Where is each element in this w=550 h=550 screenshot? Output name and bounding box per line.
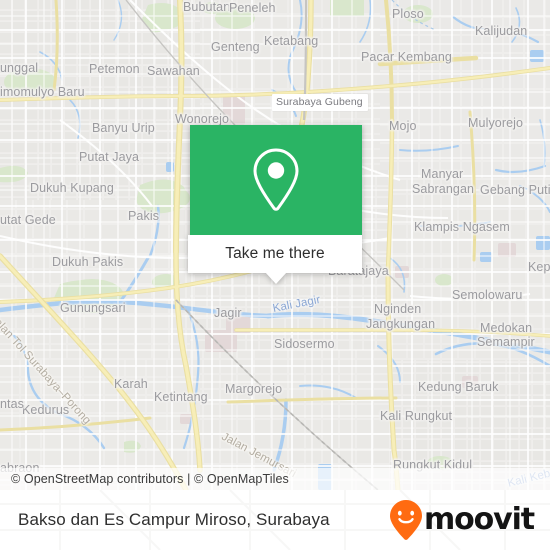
- moovit-logo[interactable]: moovit: [389, 499, 535, 541]
- map-attribution-text[interactable]: © OpenStreetMap contributors | © OpenMap…: [0, 472, 289, 486]
- page-title: Bakso dan Es Campur Miroso, Surabaya: [18, 510, 330, 529]
- moovit-wordmark: moovit: [423, 502, 535, 537]
- page-footer: Bakso dan Es Campur Miroso, Surabaya moo…: [0, 490, 550, 550]
- location-popup-card[interactable]: Take me there: [188, 125, 362, 284]
- popup-tail: [265, 272, 287, 284]
- moovit-map-page: Bubutan Peneleh Ploso Kalijudan Genteng Ketab…: [0, 0, 550, 550]
- map-pin-icon: [253, 148, 299, 211]
- take-me-there-button[interactable]: Take me there: [188, 235, 362, 284]
- take-me-there-label: Take me there: [225, 245, 325, 262]
- popup-image-area: [190, 125, 362, 235]
- map-canvas[interactable]: Bubutan Peneleh Ploso Kalijudan Genteng Ketab…: [0, 0, 550, 490]
- map-attribution-bar: © OpenStreetMap contributors | © OpenMap…: [0, 468, 550, 490]
- moovit-smiley-pin-icon: [389, 500, 422, 540]
